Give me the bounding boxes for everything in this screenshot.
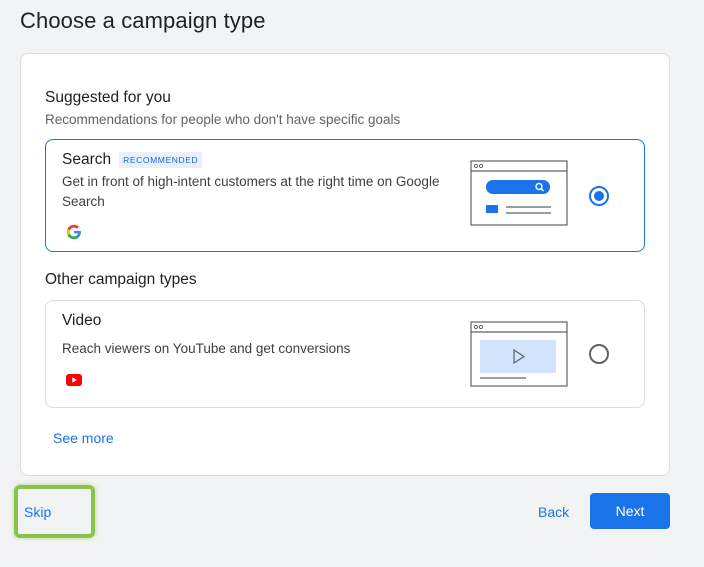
google-icon bbox=[66, 224, 81, 240]
search-card-title-text: Search bbox=[62, 151, 112, 168]
suggested-subheading: Recommendations for people who don't hav… bbox=[45, 112, 401, 127]
recommended-badge: RECOMMENDED bbox=[119, 152, 203, 168]
youtube-icon bbox=[66, 374, 82, 386]
suggested-heading: Suggested for you bbox=[45, 89, 171, 106]
search-card-title: Search RECOMMENDED bbox=[62, 151, 203, 169]
search-card-description: Get in front of high-intent customers at… bbox=[62, 174, 440, 209]
video-card-title-text: Video bbox=[62, 312, 102, 329]
search-radio[interactable] bbox=[589, 186, 609, 206]
video-card-title: Video bbox=[62, 312, 101, 330]
video-ad-illustration bbox=[470, 321, 568, 387]
video-card-description: Reach viewers on YouTube and get convers… bbox=[62, 341, 351, 356]
page-title: Choose a campaign type bbox=[20, 8, 266, 33]
back-button[interactable]: Back bbox=[538, 504, 569, 520]
video-campaign-card[interactable]: Video Reach viewers on YouTube and get c… bbox=[45, 300, 645, 408]
campaign-type-panel: Suggested for you Recommendations for pe… bbox=[20, 53, 670, 476]
search-ad-illustration bbox=[470, 160, 568, 226]
next-button[interactable]: Next bbox=[590, 493, 670, 529]
other-heading: Other campaign types bbox=[45, 271, 197, 288]
search-campaign-card[interactable]: Search RECOMMENDED Get in front of high-… bbox=[45, 139, 645, 252]
video-radio[interactable] bbox=[589, 344, 609, 364]
skip-button[interactable]: Skip bbox=[24, 504, 51, 520]
see-more-link[interactable]: See more bbox=[53, 430, 114, 446]
